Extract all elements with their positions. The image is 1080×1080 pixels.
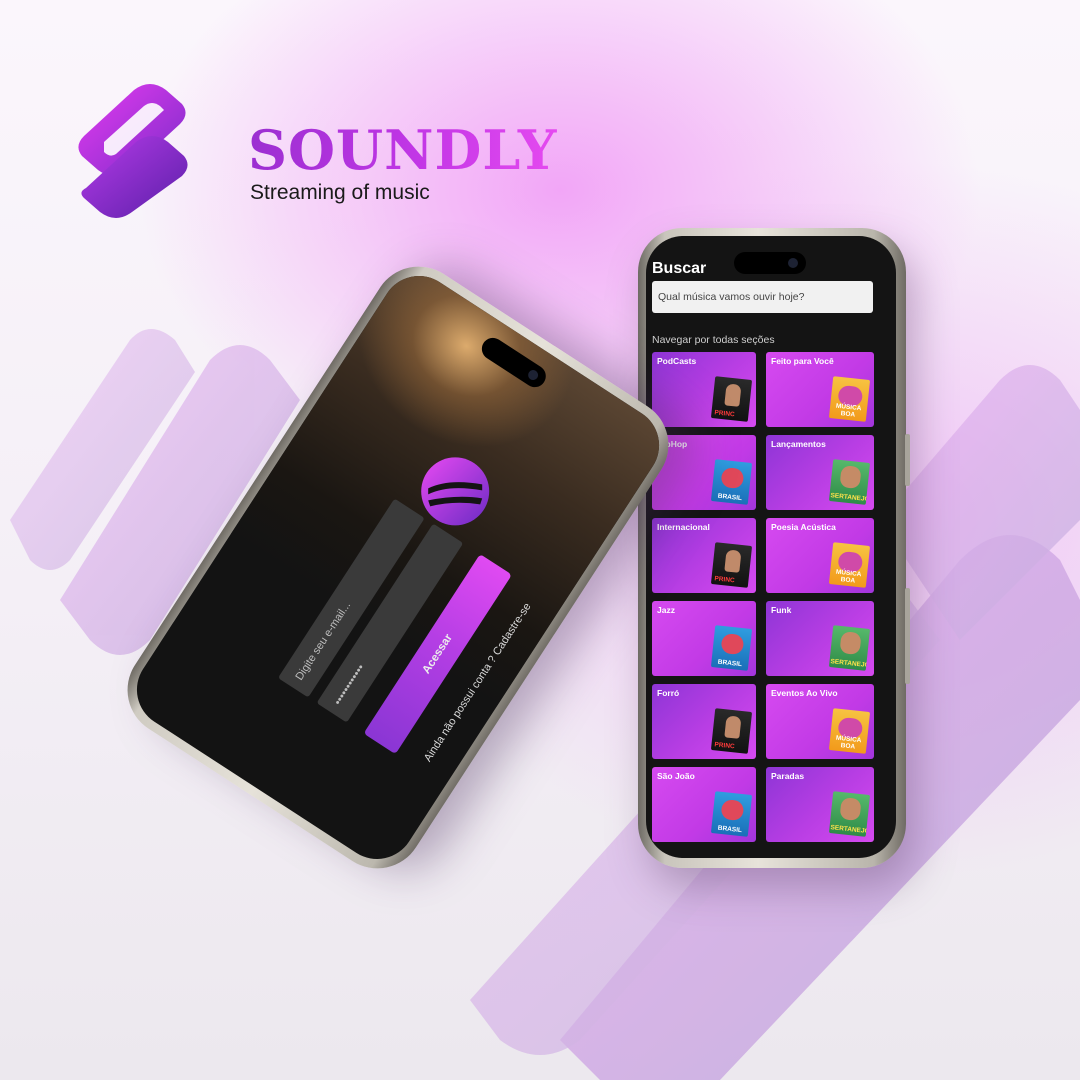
category-card-paradas[interactable]: Paradas SERTANEJO	[766, 767, 874, 842]
cover-text: MÚSICA BOA	[835, 568, 862, 585]
brasil-cover-art: BRASIL	[710, 459, 753, 505]
cover-text: PRINC	[714, 409, 735, 419]
sertanejo-cover-art: SERTANEJO	[828, 459, 871, 505]
category-label: Internacional	[657, 522, 710, 532]
search-input[interactable]	[652, 281, 873, 313]
category-card-lancamentos[interactable]: Lançamentos SERTANEJO	[766, 435, 874, 510]
brand-name: SOUNDLY	[248, 118, 558, 182]
princ-cover-art: PRINC	[710, 376, 753, 422]
category-grid: PodCasts PRINC Feito para Você MÚSICA BO…	[652, 352, 874, 842]
sertanejo-cover-art: SERTANEJO	[828, 791, 871, 837]
category-card-eventos-ao-vivo[interactable]: Eventos Ao Vivo MÚSICA BOA	[766, 684, 874, 759]
musica-boa-cover-art: MÚSICA BOA	[828, 542, 871, 588]
category-card-funk[interactable]: Funk SERTANEJO	[766, 601, 874, 676]
cover-text: SERTANEJO	[830, 658, 870, 670]
category-label: Paradas	[771, 771, 805, 781]
cover-text: SERTANEJO	[830, 492, 870, 504]
cover-text: PRINC	[714, 741, 735, 751]
category-card-forro[interactable]: Forró PRINC	[652, 684, 756, 759]
cover-text: BRASIL	[717, 824, 743, 835]
category-label: Lançamentos	[771, 439, 826, 449]
princ-cover-art: PRINC	[710, 708, 753, 754]
musica-boa-cover-art: MÚSICA BOA	[828, 376, 871, 422]
brasil-cover-art: BRASIL	[710, 791, 753, 837]
category-card-poesia-acustica[interactable]: Poesia Acústica MÚSICA BOA	[766, 518, 874, 593]
category-label: Jazz	[657, 605, 675, 615]
sertanejo-cover-art: SERTANEJO	[828, 625, 871, 671]
dynamic-island	[734, 252, 806, 274]
soundly-logo	[78, 84, 188, 218]
category-card-jazz[interactable]: Jazz BRASIL	[652, 601, 756, 676]
cover-text: BRASIL	[717, 658, 743, 669]
category-label: Forró	[657, 688, 680, 698]
search-screen: Buscar Navegar por todas seções PodCasts…	[646, 236, 896, 858]
cover-text: MÚSICA BOA	[835, 402, 862, 419]
category-label: São João	[657, 771, 695, 781]
page-title: Buscar	[652, 260, 707, 277]
cover-text: BRASIL	[717, 492, 743, 503]
phone-search-screen: Buscar Navegar por todas seções PodCasts…	[638, 228, 910, 868]
category-label: PodCasts	[657, 356, 697, 366]
category-card-internacional[interactable]: Internacional PRINC	[652, 518, 756, 593]
category-label: Feito para Você	[771, 356, 834, 366]
sections-label: Navegar por todas seções	[652, 334, 775, 346]
princ-cover-art: PRINC	[710, 542, 753, 588]
category-label: Funk	[771, 605, 792, 615]
category-card-podcasts[interactable]: PodCasts PRINC	[652, 352, 756, 427]
category-card-sao-joao[interactable]: São João BRASIL	[652, 767, 756, 842]
camera-icon	[788, 258, 798, 268]
cover-text: PRINC	[714, 575, 735, 585]
brand-tagline: Streaming of music	[250, 181, 430, 204]
camera-icon	[526, 368, 541, 382]
category-card-feito-para-voce[interactable]: Feito para Você MÚSICA BOA	[766, 352, 874, 427]
musica-boa-cover-art: MÚSICA BOA	[828, 708, 871, 754]
app-logo-icon	[421, 457, 490, 526]
cover-text: MÚSICA BOA	[835, 734, 862, 751]
category-label: Eventos Ao Vivo	[771, 688, 838, 698]
cover-text: SERTANEJO	[830, 824, 870, 836]
side-button	[905, 434, 910, 486]
brasil-cover-art: BRASIL	[710, 625, 753, 671]
side-button	[905, 588, 910, 684]
category-label: Poesia Acústica	[771, 522, 836, 532]
